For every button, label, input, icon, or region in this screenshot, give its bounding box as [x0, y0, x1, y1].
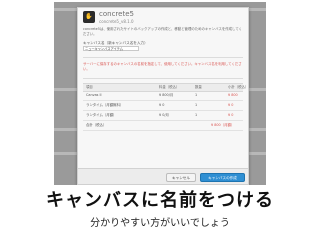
row-quantity: 1 — [195, 93, 198, 97]
brand-name: concrete5 — [99, 10, 134, 18]
row-subtotal: ¥ 0 — [228, 103, 234, 107]
row-item: ランタイム（月額） — [86, 113, 117, 117]
table-row: ランタイム（月額無料） ¥ 0 1 ¥ 0 — [83, 101, 243, 111]
table-row: Canvas II ¥ 800/月 1 ¥ 800 — [83, 91, 243, 101]
row-subtotal: ¥ 800 — [228, 93, 238, 97]
warning-text: サーバーに保存するのキャンバスの名前を指定して、使用してください。キャンバス名を… — [83, 62, 242, 71]
column-header-subtotal: 小計（税込） — [228, 85, 249, 89]
app-screenshot: ✋ concrete5 concrete5_v8.1.0 concrete5は、… — [54, 2, 266, 185]
divider — [83, 57, 243, 58]
row-price: ¥ 0/月 — [159, 113, 169, 117]
row-subtotal: ¥ 0 — [228, 113, 234, 117]
column-header-item: 項目 — [86, 85, 93, 89]
slide-subtitle: 分かりやすい方がいいでしょう — [90, 218, 230, 229]
column-header-quantity: 数量 — [195, 85, 202, 89]
row-quantity: 1 — [195, 113, 198, 117]
canvas-name-input[interactable]: ニューキャンバスアイテム — [83, 46, 139, 51]
create-canvas-dialog: ✋ concrete5 concrete5_v8.1.0 concrete5は、… — [77, 7, 249, 185]
dialog-footer: キャンセル キャンバスの作成 — [78, 168, 248, 184]
cancel-button[interactable]: キャンセル — [166, 173, 196, 182]
version-text: concrete5_v8.1.0 — [99, 19, 134, 24]
row-item: ランタイム（月額無料） — [86, 103, 124, 107]
create-canvas-button[interactable]: キャンバスの作成 — [200, 173, 245, 182]
row-quantity: 1 — [195, 103, 198, 107]
slide-title: キャンバスに名前をつける — [46, 190, 274, 211]
total-value: ¥ 800（月額） — [211, 123, 235, 127]
table-row: ランタイム（月額） ¥ 0/月 1 ¥ 0 — [83, 111, 243, 121]
divider — [83, 78, 243, 79]
concrete5-logo-icon: ✋ — [83, 11, 95, 23]
table-total-row: 合計（税込） ¥ 800（月額） — [83, 121, 243, 131]
dialog-description: concrete5は、使用されたサイトのバックアップの作成と、移動と管理のための… — [83, 27, 242, 36]
column-header-price: 料金（税込） — [159, 85, 180, 89]
total-label: 合計（税込） — [86, 123, 107, 127]
row-price: ¥ 0 — [159, 103, 165, 107]
row-price: ¥ 800/月 — [159, 93, 174, 97]
row-item: Canvas II — [86, 93, 102, 97]
